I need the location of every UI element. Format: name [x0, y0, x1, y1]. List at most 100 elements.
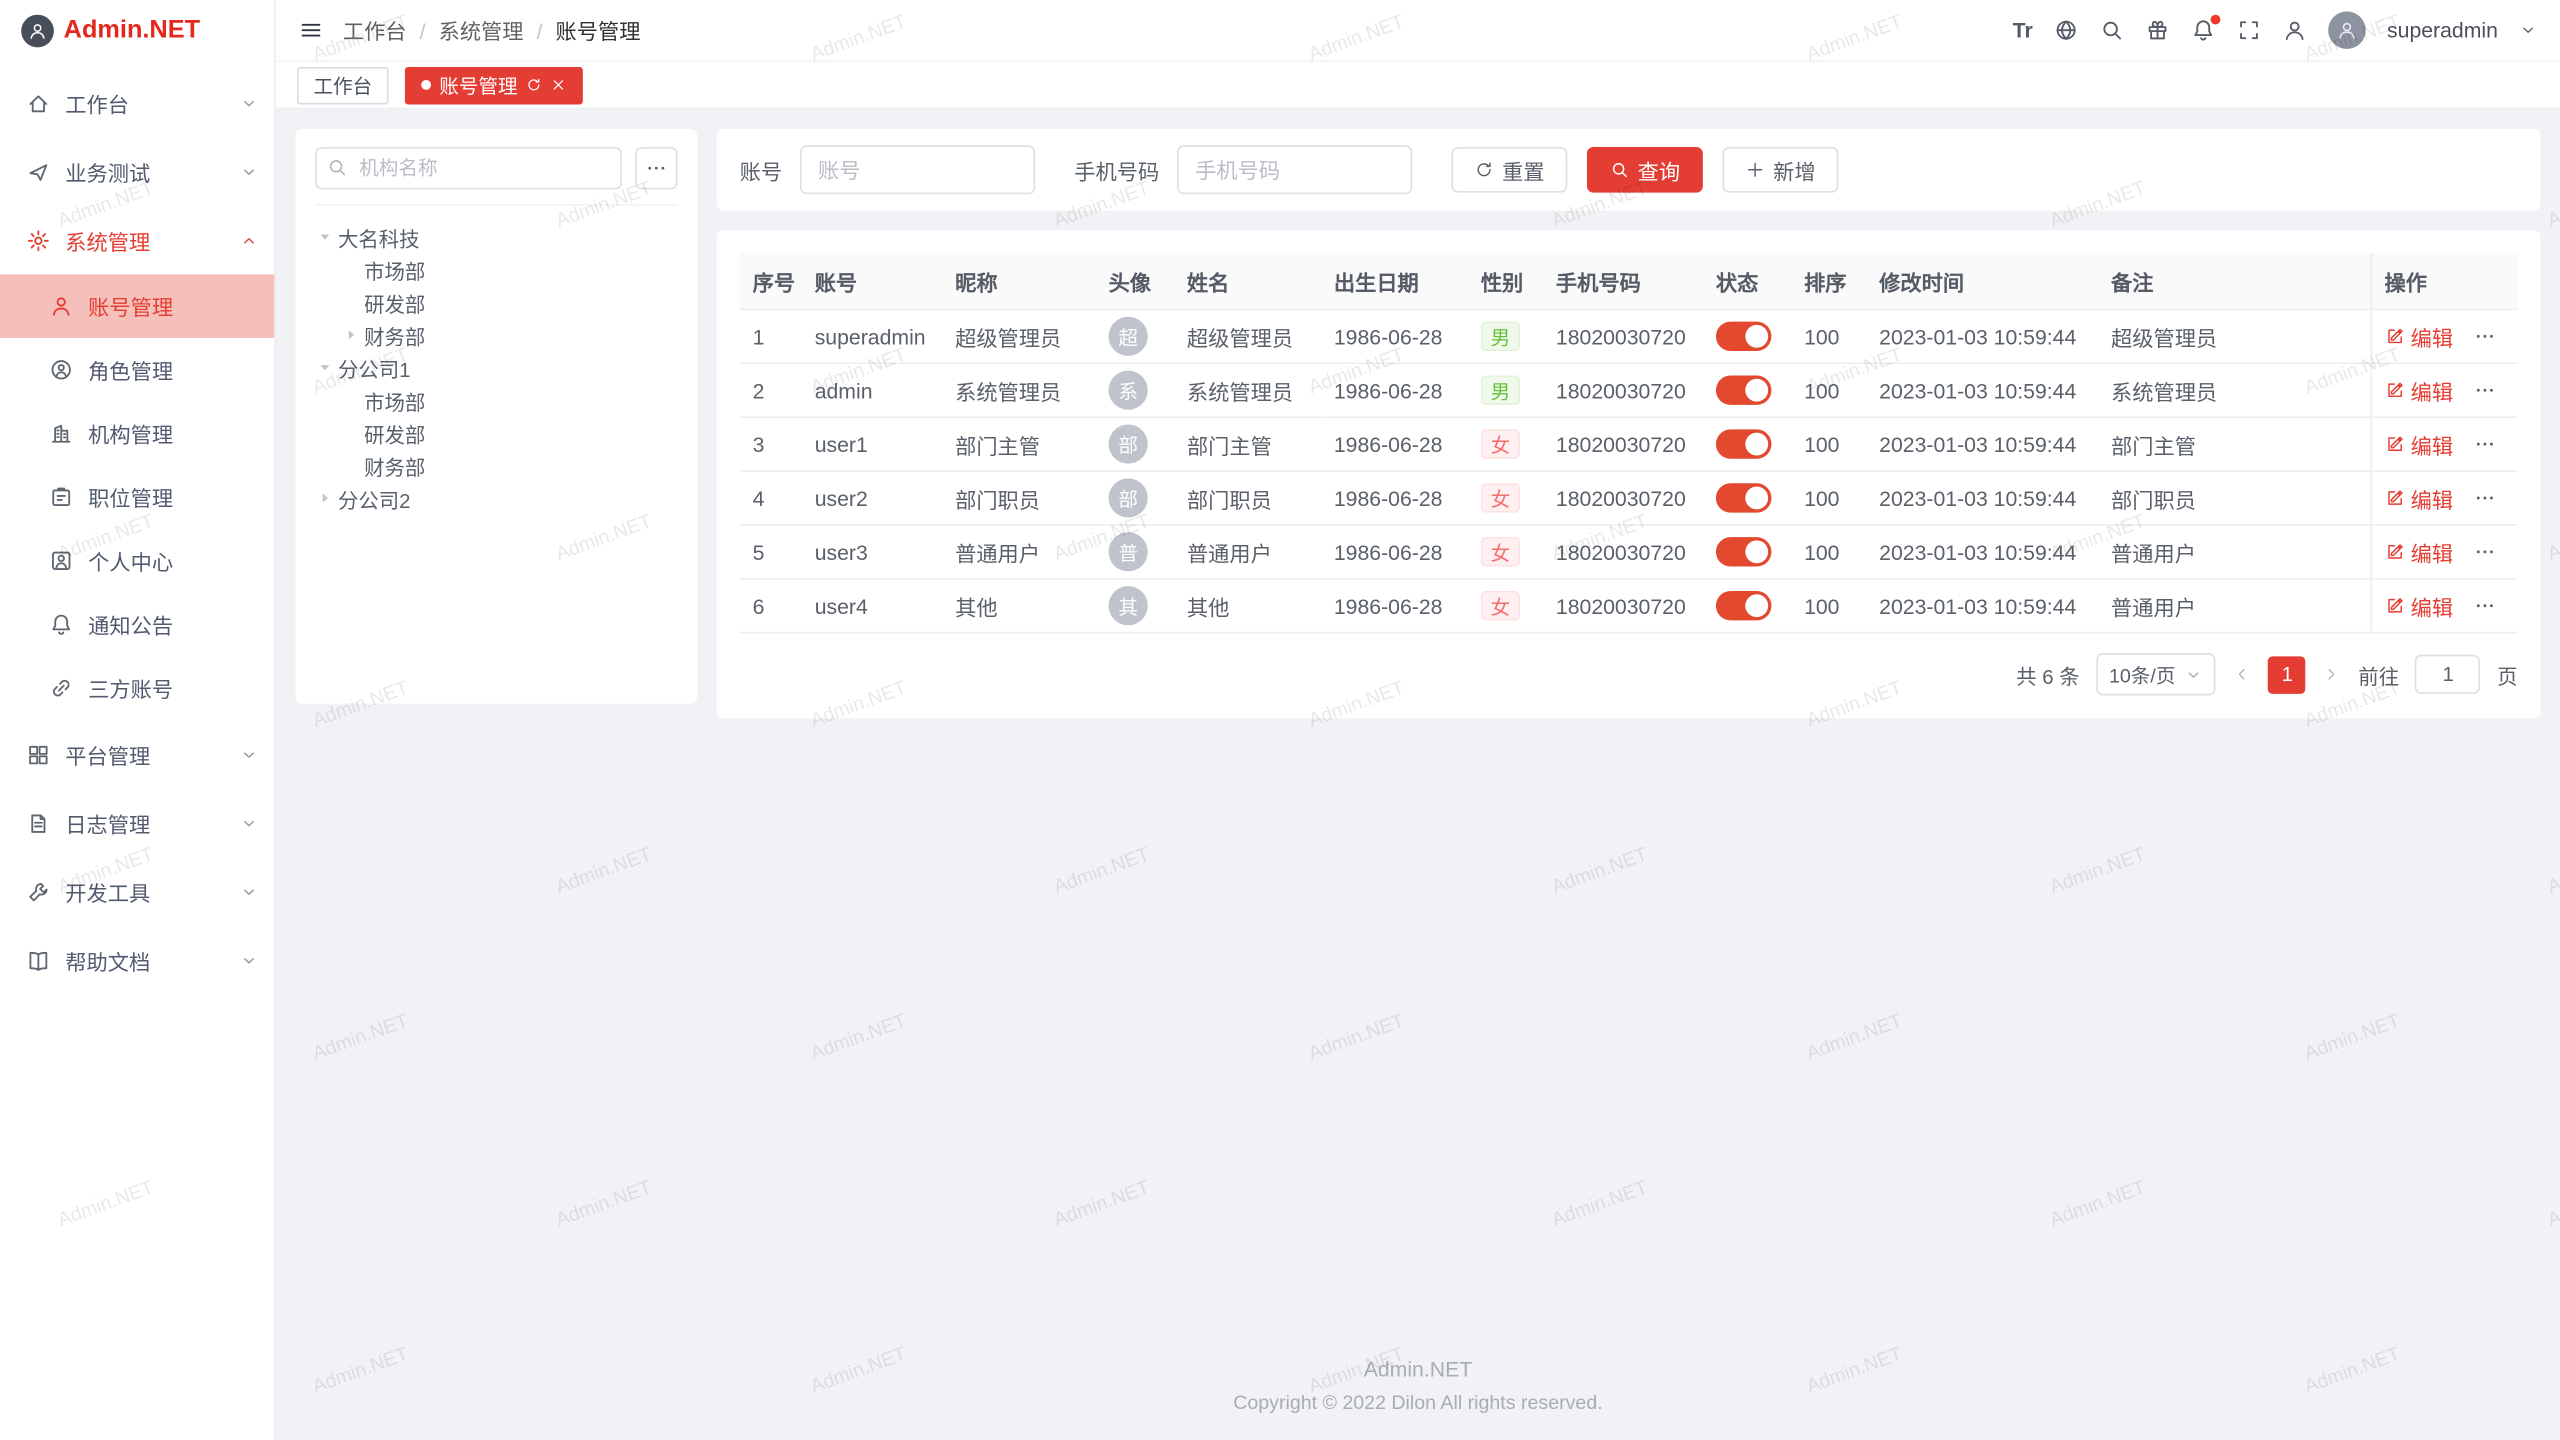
- edit-button[interactable]: 编辑: [2384, 321, 2453, 352]
- username[interactable]: superadmin: [2387, 18, 2498, 42]
- edit-button[interactable]: 编辑: [2384, 590, 2453, 621]
- reset-button[interactable]: 重置: [1451, 147, 1567, 193]
- fullscreen-icon[interactable]: [2237, 18, 2261, 42]
- gift-icon[interactable]: [2145, 18, 2169, 42]
- org-icon: [49, 421, 73, 445]
- font-size-icon[interactable]: Tr: [2013, 18, 2033, 42]
- tree-node[interactable]: 分公司1: [315, 351, 677, 384]
- edit-button[interactable]: 编辑: [2384, 536, 2453, 567]
- more-actions-icon[interactable]: [2473, 433, 2496, 456]
- tabbar: 工作台 账号管理: [276, 62, 2560, 109]
- next-page-button[interactable]: [2322, 664, 2342, 684]
- status-toggle[interactable]: [1716, 376, 1772, 405]
- account-label: 账号: [740, 154, 782, 185]
- status-toggle[interactable]: [1716, 429, 1772, 458]
- tab-workbench[interactable]: 工作台: [297, 66, 388, 104]
- cell-avatar: 部: [1096, 417, 1174, 471]
- tab-close-icon[interactable]: [550, 77, 566, 93]
- add-button[interactable]: 新增: [1723, 147, 1839, 193]
- chevron-down-icon: [240, 814, 258, 832]
- search-icon[interactable]: [2100, 18, 2124, 42]
- profile-icon: [49, 549, 73, 573]
- edit-button[interactable]: 编辑: [2384, 375, 2453, 406]
- sidebar-item-platform-management[interactable]: 平台管理: [0, 720, 274, 789]
- sidebar-subitem-account-management[interactable]: 账号管理: [0, 274, 274, 338]
- tree-node[interactable]: 财务部: [315, 449, 677, 482]
- table-header-row: 序号账号昵称头像姓名出生日期性别手机号码状态排序修改时间备注操作: [740, 253, 2518, 309]
- current-page-button[interactable]: 1: [2269, 656, 2307, 694]
- status-toggle[interactable]: [1716, 591, 1772, 620]
- gender-badge: 女: [1481, 429, 1520, 458]
- sidebar-subitem-notice[interactable]: 通知公告: [0, 593, 274, 657]
- status-toggle[interactable]: [1716, 322, 1772, 351]
- footer-title: Admin.NET: [296, 1357, 2541, 1381]
- cell-remark: 系统管理员: [2098, 363, 2371, 417]
- phone-input[interactable]: [1177, 145, 1412, 194]
- goto-page-input[interactable]: [2415, 655, 2480, 694]
- sidebar-item-dev-tools[interactable]: 开发工具: [0, 857, 274, 926]
- cell-order: 100: [1791, 525, 1866, 579]
- edit-button[interactable]: 编辑: [2384, 482, 2453, 513]
- query-button[interactable]: 查询: [1587, 147, 1703, 193]
- cell-status: [1703, 579, 1791, 633]
- doc-icon: [26, 948, 50, 972]
- chevron-down-icon: [240, 94, 258, 112]
- sidebar-subitem-org-management[interactable]: 机构管理: [0, 402, 274, 466]
- more-actions-icon[interactable]: [2473, 487, 2496, 510]
- prev-page-button[interactable]: [2233, 664, 2253, 684]
- tree-node[interactable]: 财务部: [315, 318, 677, 351]
- status-toggle[interactable]: [1716, 483, 1772, 512]
- sidebar-subitem-role-management[interactable]: 角色管理: [0, 338, 274, 402]
- language-icon[interactable]: [2054, 18, 2078, 42]
- tree-node-label: 分公司2: [338, 482, 411, 513]
- tree-node[interactable]: 研发部: [315, 416, 677, 449]
- notification-badge: [2211, 15, 2221, 25]
- page-size-select[interactable]: 10条/页: [2096, 653, 2216, 695]
- status-toggle[interactable]: [1716, 537, 1772, 566]
- tree-node[interactable]: 大名科技: [315, 220, 677, 253]
- chevron-down-icon[interactable]: [2519, 21, 2537, 39]
- sidebar-item-system-management[interactable]: 系统管理: [0, 206, 274, 275]
- sidebar-item-business-test[interactable]: 业务测试: [0, 137, 274, 206]
- sidebar-item-label: 平台管理: [65, 739, 240, 770]
- sidebar-subitem-personal-center[interactable]: 个人中心: [0, 529, 274, 593]
- notification-icon[interactable]: [2191, 18, 2215, 42]
- app-root: Admin.NET 工作台业务测试系统管理账号管理角色管理机构管理职位管理个人中…: [0, 0, 2560, 1440]
- tree-node[interactable]: 市场部: [315, 384, 677, 417]
- edit-button[interactable]: 编辑: [2384, 429, 2453, 460]
- logo[interactable]: Admin.NET: [0, 0, 274, 60]
- cell-name: 普通用户: [1174, 525, 1321, 579]
- breadcrumb-item[interactable]: 系统管理: [407, 15, 524, 46]
- total-count: 共 6 条: [2016, 659, 2080, 690]
- sidebar-subitem-position-management[interactable]: 职位管理: [0, 465, 274, 529]
- tab-active-dot: [421, 80, 431, 90]
- tab-account-management[interactable]: 账号管理: [405, 66, 583, 104]
- breadcrumb-item[interactable]: 工作台: [343, 15, 407, 46]
- cell-name: 超级管理员: [1174, 309, 1321, 363]
- sidebar-subitem-third-party-account[interactable]: 三方账号: [0, 656, 274, 720]
- org-search-input[interactable]: [315, 147, 622, 189]
- org-more-button[interactable]: [635, 147, 677, 189]
- row-avatar: 部: [1109, 478, 1148, 517]
- hamburger-icon[interactable]: [299, 18, 323, 42]
- cell-order: 100: [1791, 579, 1866, 633]
- tab-refresh-icon[interactable]: [526, 77, 542, 93]
- tree-node[interactable]: 分公司2: [315, 482, 677, 515]
- cell-remark: 普通用户: [2098, 579, 2371, 633]
- tree-node[interactable]: 市场部: [315, 253, 677, 286]
- more-actions-icon[interactable]: [2473, 325, 2496, 348]
- tree-node-label: 市场部: [364, 254, 425, 285]
- more-actions-icon[interactable]: [2473, 594, 2496, 617]
- sidebar-item-log-management[interactable]: 日志管理: [0, 789, 274, 858]
- user-settings-icon[interactable]: [2283, 18, 2307, 42]
- sidebar-item-label: 业务测试: [65, 156, 240, 187]
- tree-node-label: 市场部: [364, 384, 425, 415]
- sidebar-item-help-docs[interactable]: 帮助文档: [0, 926, 274, 995]
- avatar[interactable]: [2328, 11, 2366, 49]
- account-input[interactable]: [800, 145, 1035, 194]
- cell-order: 100: [1791, 471, 1866, 525]
- more-actions-icon[interactable]: [2473, 379, 2496, 402]
- tree-node[interactable]: 研发部: [315, 286, 677, 319]
- more-actions-icon[interactable]: [2473, 540, 2496, 563]
- sidebar-item-workbench[interactable]: 工作台: [0, 69, 274, 138]
